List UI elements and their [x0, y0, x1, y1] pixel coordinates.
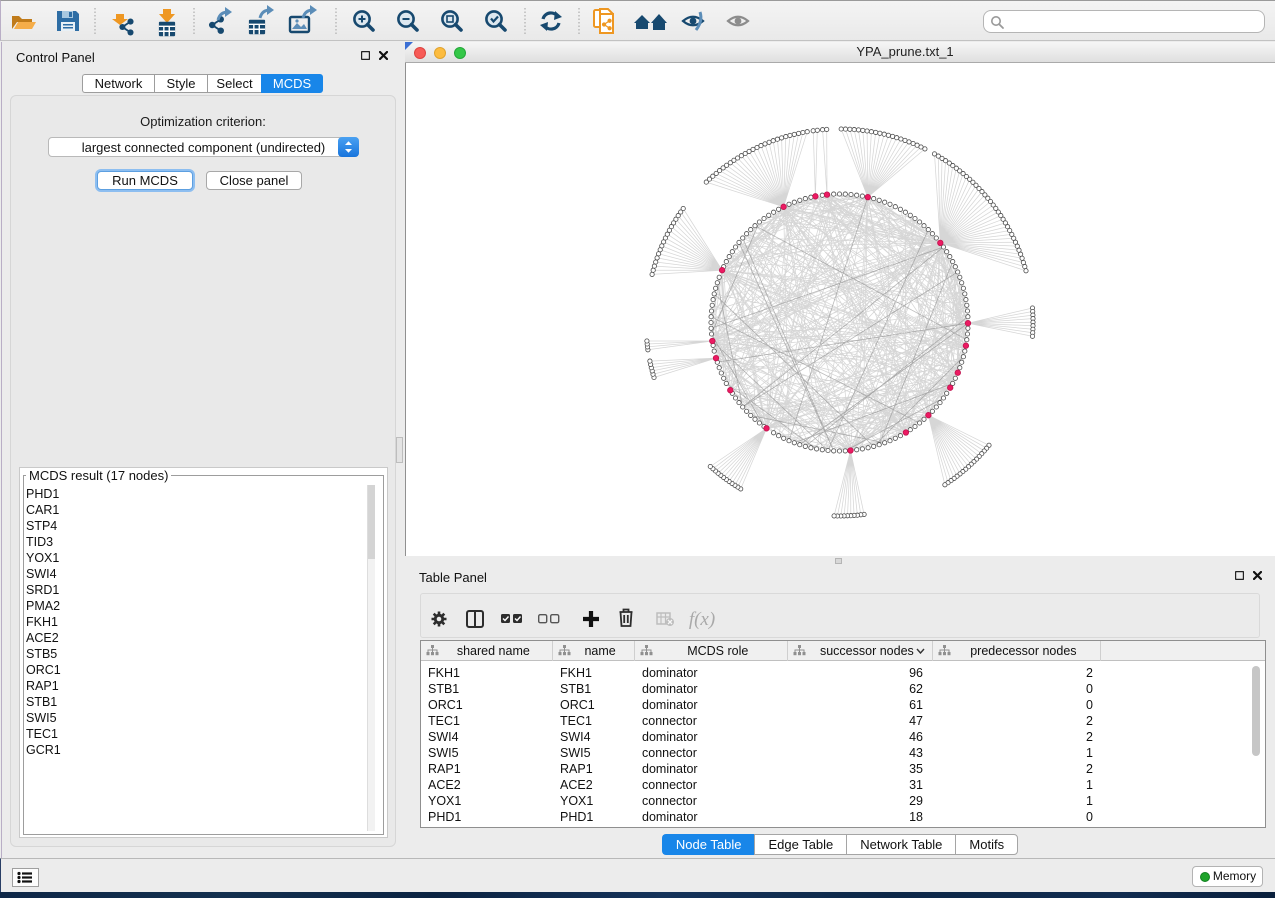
svg-text:f(x): f(x) — [689, 609, 715, 630]
